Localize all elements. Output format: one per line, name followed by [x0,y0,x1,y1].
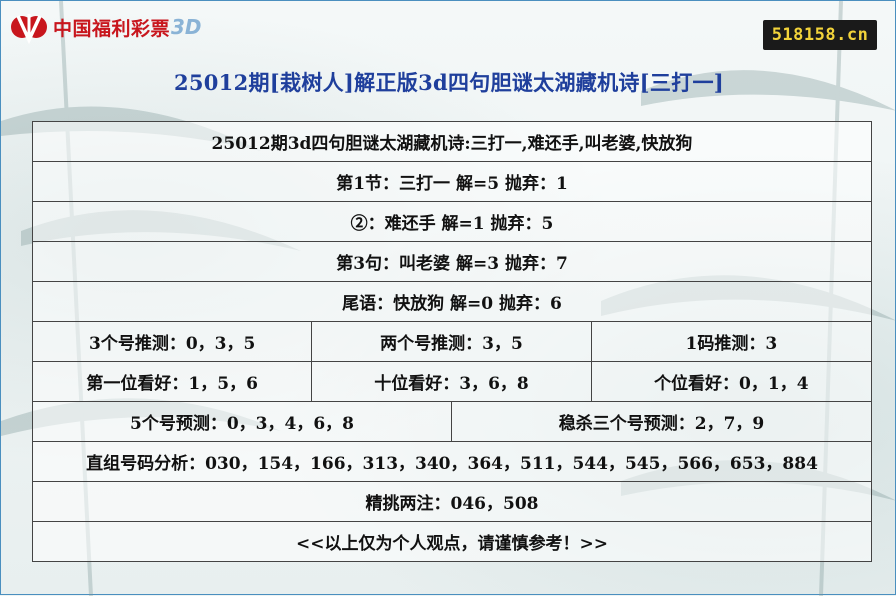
table-row: 直组号码分析：030，154，166，313，340，364，511，544，5… [32,441,872,482]
best-two-cell: 精挑两注：046，508 [32,481,872,522]
table-row: 第1节：三打一 解=5 抛弃：1 [32,161,872,202]
group-analysis-cell: 直组号码分析：030，154，166，313，340，364，511，544，5… [32,441,872,482]
page-frame: 中国福利彩票 3D 518158.cn 25012期[栽树人]解正版3d四句胆谜… [0,0,896,596]
poem-line-1-cell: 第1节：三打一 解=5 抛弃：1 [32,161,872,202]
five-number-pick-cell: 5个号预测：0，3，4，6，8 [32,401,452,442]
table-row: 精挑两注：046，508 [32,481,872,522]
page-title: 25012期[栽树人]解正版3d四句胆谜太湖藏机诗[三打一] [173,70,725,95]
table-row: 25012期3d四句胆谜太湖藏机诗:三打一,难还手,叫老婆,快放狗 [32,121,872,162]
table-row: 第3句：叫老婆 解=3 抛弃：7 [32,241,872,282]
one-code-pick-cell: 1码推测：3 [590,321,873,362]
site-badge[interactable]: 518158.cn [763,20,877,50]
prediction-table: 25012期3d四句胆谜太湖藏机诗:三打一,难还手,叫老婆,快放狗 第1节：三打… [31,121,873,562]
table-row: 5个号预测：0，3，4，6，8 稳杀三个号预测：2，7，9 [32,401,873,442]
lottery-brand-3d: 3D [171,15,202,39]
poem-line-2-cell: ②：难还手 解=1 抛弃：5 [32,201,872,242]
two-number-pick-cell: 两个号推测：3，5 [311,321,592,362]
lottery-brand-name: 中国福利彩票 [53,17,171,40]
poem-header-cell: 25012期3d四句胆谜太湖藏机诗:三打一,难还手,叫老婆,快放狗 [32,121,872,162]
table-row: 3个号推测：0，3，5 两个号推测：3，5 1码推测：3 [31,321,873,362]
table-row: 第一位看好：1，5，6 十位看好：3，6，8 个位看好：0，1，4 [31,361,873,402]
table-row: <<以上仅为个人观点，请谨慎参考！>> [32,521,872,562]
poem-line-3-cell: 第3句：叫老婆 解=3 抛弃：7 [32,241,872,282]
lottery-logo-icon [11,14,47,44]
hundreds-favor-cell: 第一位看好：1，5，6 [31,361,313,402]
table-row: 尾语：快放狗 解=0 抛弃：6 [32,281,872,322]
lottery-logo: 中国福利彩票 3D [9,9,202,45]
table-row: ②：难还手 解=1 抛弃：5 [32,201,872,242]
kill-three-cell: 稳杀三个号预测：2，7，9 [450,401,873,442]
tens-favor-cell: 十位看好：3，6，8 [311,361,592,402]
disclaimer-cell: <<以上仅为个人观点，请谨慎参考！>> [32,521,872,562]
units-favor-cell: 个位看好：0，1，4 [590,361,873,402]
three-number-pick-cell: 3个号推测：0，3，5 [31,321,313,362]
poem-line-4-cell: 尾语：快放狗 解=0 抛弃：6 [32,281,872,322]
